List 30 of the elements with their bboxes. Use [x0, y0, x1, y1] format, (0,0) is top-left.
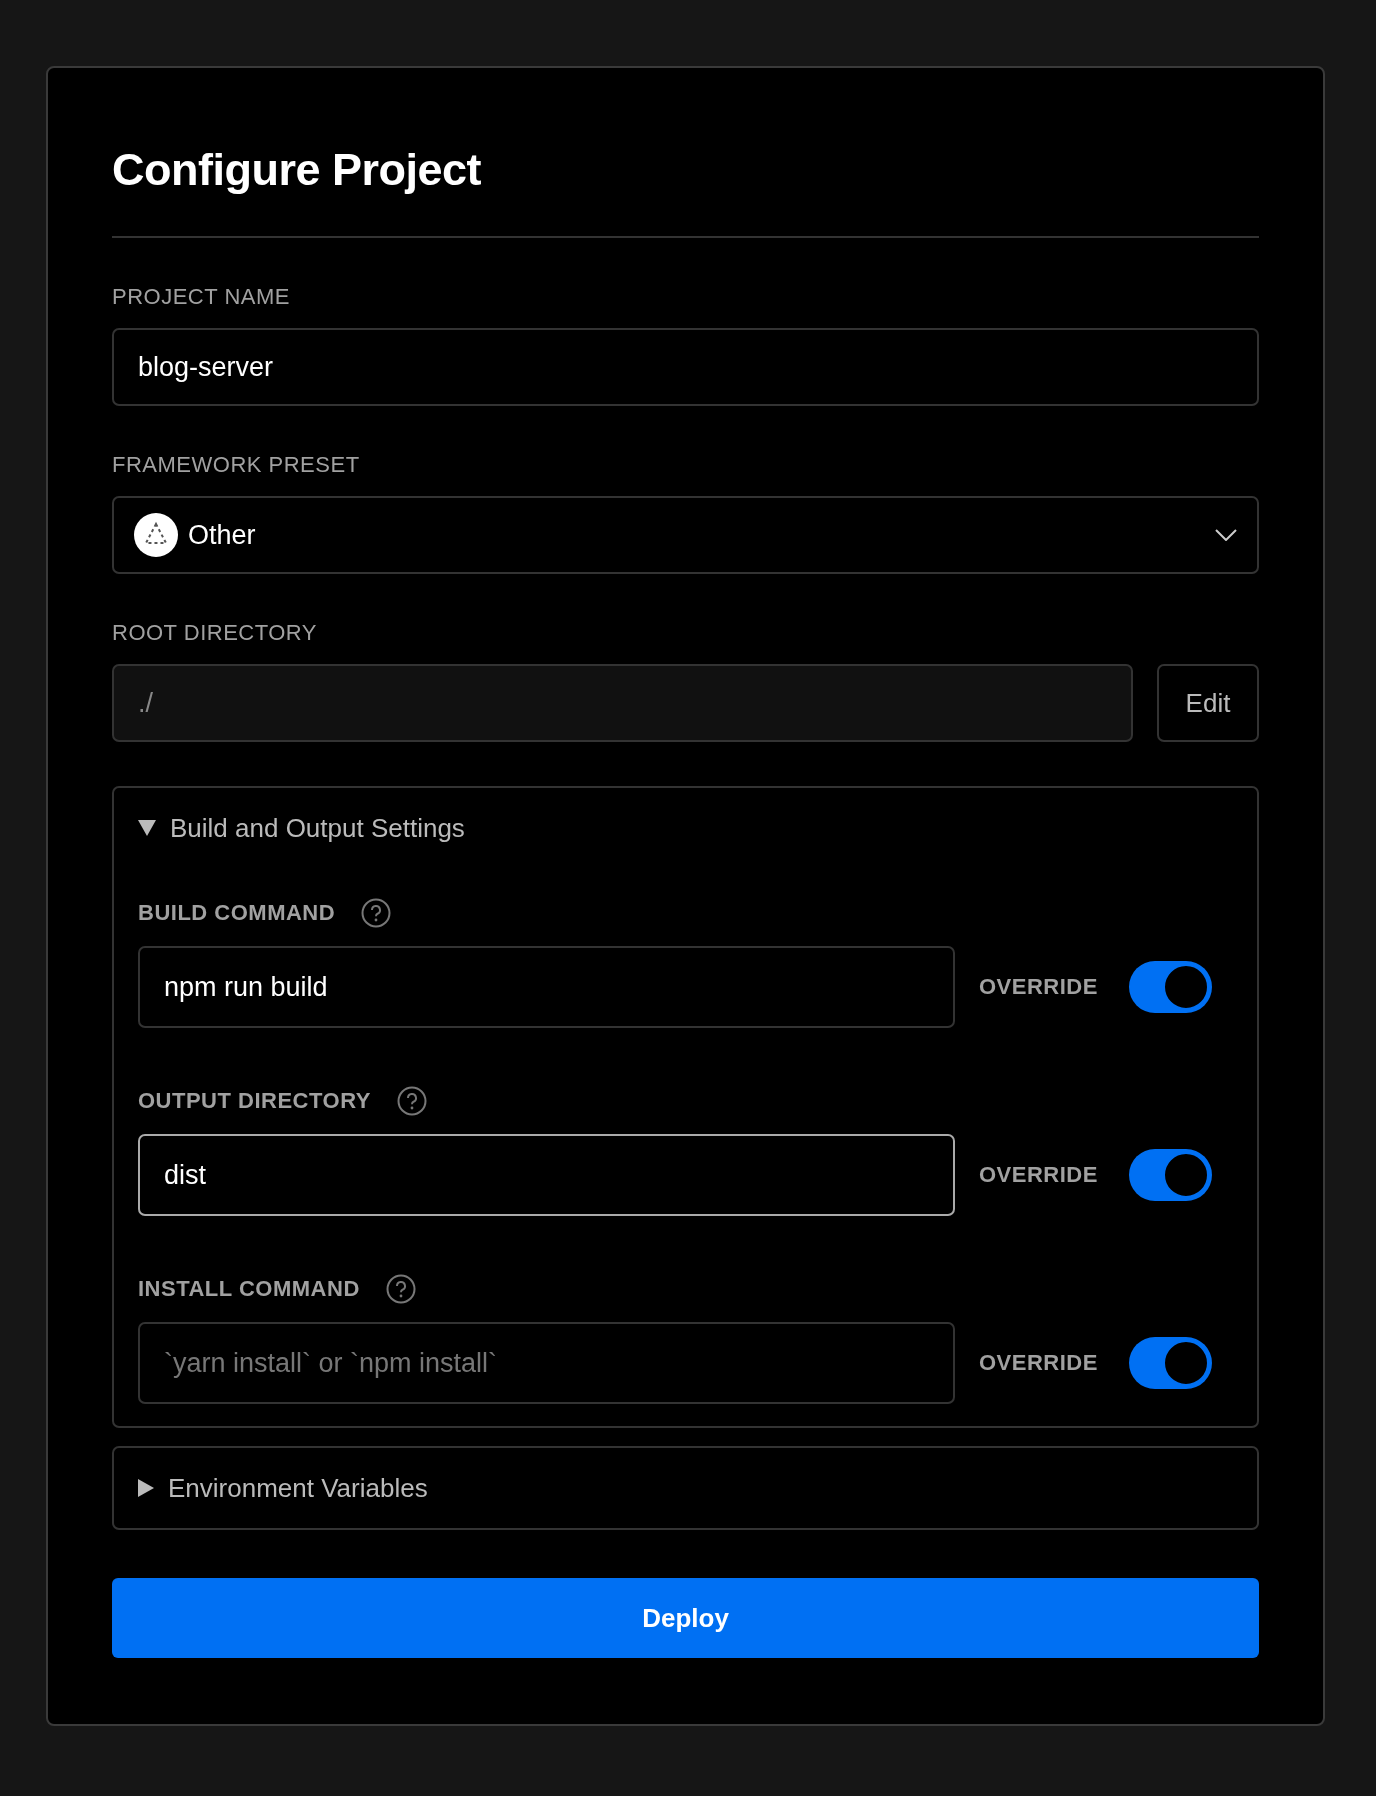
help-icon[interactable]: [361, 898, 392, 928]
override-toggle[interactable]: [1129, 1337, 1212, 1389]
framework-logo-icon: [134, 513, 178, 557]
triangle-right-icon[interactable]: [138, 1479, 154, 1497]
root-directory-field[interactable]: ./: [112, 664, 1133, 742]
field-label: PROJECT NAME: [112, 284, 291, 310]
override-label: OVERRIDE: [979, 1350, 1099, 1376]
help-icon[interactable]: [396, 1086, 427, 1116]
section-title[interactable]: Build and Output Settings: [170, 812, 465, 844]
page-title: Configure Project: [112, 144, 1259, 238]
command-field[interactable]: dist: [138, 1134, 955, 1216]
field-label: BUILD COMMAND: [138, 900, 336, 926]
override-toggle[interactable]: [1129, 1149, 1212, 1201]
triangle-down-icon[interactable]: [138, 820, 156, 836]
override-toggle[interactable]: [1129, 961, 1212, 1013]
section-title[interactable]: Environment Variables: [168, 1472, 428, 1504]
field-label: ROOT DIRECTORY: [112, 620, 319, 646]
help-icon[interactable]: [385, 1274, 416, 1304]
override-label: OVERRIDE: [979, 1162, 1099, 1188]
framework-select[interactable]: Other: [112, 496, 1259, 574]
field-label: OUTPUT DIRECTORY: [138, 1088, 371, 1114]
edit-button[interactable]: Edit: [1157, 664, 1259, 742]
override-label: OVERRIDE: [979, 974, 1099, 1000]
command-field[interactable]: `yarn install` or `npm install`: [138, 1322, 955, 1404]
chevron-down-icon: [1215, 529, 1237, 541]
command-field[interactable]: npm run build: [138, 946, 955, 1028]
field-label: FRAMEWORK PRESET: [112, 452, 361, 478]
field-label: INSTALL COMMAND: [138, 1276, 360, 1302]
project-name-field[interactable]: blog-server: [112, 328, 1259, 406]
deploy-button[interactable]: Deploy: [112, 1578, 1259, 1658]
